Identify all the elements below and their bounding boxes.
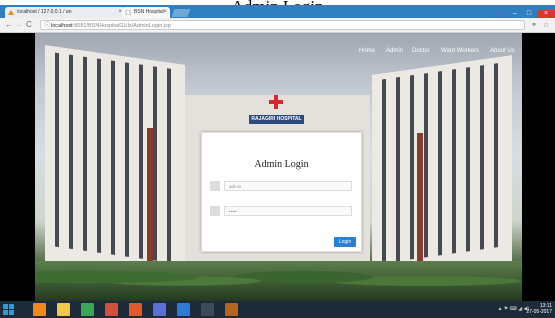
user-icon: [210, 181, 220, 191]
login-title: Admin Login: [254, 159, 309, 170]
outlook-icon[interactable]: [177, 303, 190, 316]
tab-label: localhost / 127.0.0.1 / an: [17, 9, 72, 15]
phpmyadmin-icon: [8, 10, 14, 15]
hospital-sign: RAJAGIRI HOSPITAL: [249, 115, 304, 124]
taskbar-clock[interactable]: 13:11 27-05-2017: [526, 303, 552, 315]
facade-pillar: [147, 128, 153, 278]
vlc-icon[interactable]: [33, 303, 46, 316]
url-host: localhost: [51, 23, 73, 29]
minimize-button[interactable]: –: [509, 10, 521, 18]
bookmark-star-icon[interactable]: ☆: [543, 21, 549, 29]
facade-pillar: [417, 133, 423, 278]
url-path: :8081/BSNHospitalGUIs/AdminLogin.jsp: [72, 23, 171, 29]
hospital-wing-left: [45, 45, 185, 295]
username-input[interactable]: admin: [224, 181, 352, 191]
nav-doctor[interactable]: Doctor: [412, 48, 430, 54]
trees: [35, 261, 522, 301]
system-tray[interactable]: ▲ ⚑ ⌨ ◢ ◀): [497, 306, 529, 312]
tab-label: BSN Hospital: [134, 9, 164, 15]
address-bar-row: ← → C ⓘ localhost:8081/BSNHospitalGUIs/A…: [0, 18, 555, 33]
url-input[interactable]: ⓘ localhost:8081/BSNHospitalGUIs/AdminLo…: [40, 20, 525, 30]
tab-close-icon[interactable]: ×: [163, 7, 167, 18]
terminal-icon[interactable]: [201, 303, 214, 316]
maximize-button[interactable]: □: [523, 10, 535, 18]
lock-icon: [210, 206, 220, 216]
windows-start-icon[interactable]: [3, 304, 14, 315]
page-viewport: RAJAGIRI HOSPITAL Home Admin Doctor Ward…: [0, 33, 555, 301]
profile-button[interactable]: [495, 10, 505, 18]
close-window-button[interactable]: ×: [537, 10, 555, 18]
app-icon-3[interactable]: [153, 303, 166, 316]
chrome-icon[interactable]: [81, 303, 94, 316]
red-cross-icon: [269, 95, 283, 109]
app-icon[interactable]: [105, 303, 118, 316]
nav-home[interactable]: Home: [359, 48, 375, 54]
forward-arrow-icon[interactable]: →: [15, 20, 23, 30]
page-icon: [125, 10, 131, 15]
new-tab-button[interactable]: [171, 9, 191, 17]
nav-admin[interactable]: Admin: [386, 48, 403, 54]
browser-tab-bar: localhost / 127.0.0.1 / an × BSN Hospita…: [0, 5, 555, 18]
login-panel: Admin Login admin ••••• Login: [201, 132, 362, 252]
hospital-background: RAJAGIRI HOSPITAL Home Admin Doctor Ward…: [35, 33, 522, 301]
info-icon[interactable]: ⓘ: [44, 21, 50, 31]
clock-date: 27-05-2017: [526, 309, 552, 315]
tab-bsn-hospital[interactable]: BSN Hospital ×: [122, 7, 170, 18]
app-icon-2[interactable]: [129, 303, 142, 316]
file-explorer-icon[interactable]: [57, 303, 70, 316]
tab-phpmyadmin[interactable]: localhost / 127.0.0.1 / an ×: [5, 7, 125, 18]
back-arrow-icon[interactable]: ←: [5, 20, 13, 30]
settings-icon[interactable]: [225, 303, 238, 316]
nav-about-us[interactable]: About Us: [490, 48, 515, 54]
login-button[interactable]: Login: [334, 237, 356, 247]
windows-taskbar: ▲ ⚑ ⌨ ◢ ◀) 13:11 27-05-2017: [0, 301, 555, 318]
password-input[interactable]: •••••: [224, 206, 352, 216]
extension-icon[interactable]: ⚭: [531, 21, 537, 29]
reload-icon[interactable]: C: [26, 20, 32, 30]
nav-ward-workers[interactable]: Ward Workers: [441, 48, 479, 54]
hospital-wing-right: [372, 55, 512, 295]
